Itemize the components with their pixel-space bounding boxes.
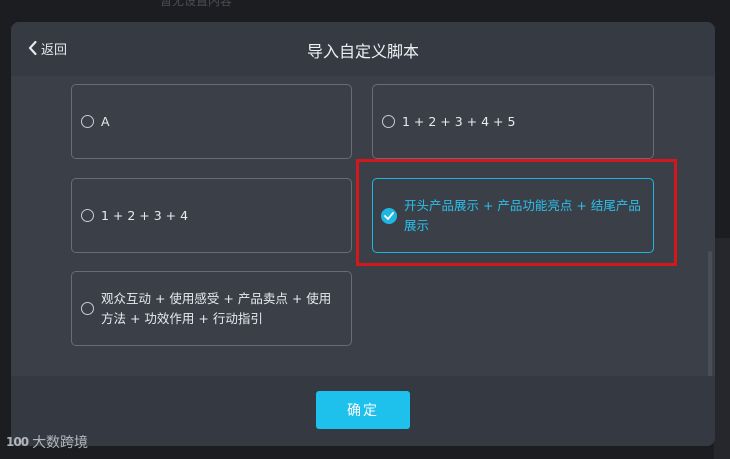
watermark-logo: 100 — [6, 435, 29, 449]
radio-empty-icon — [81, 115, 94, 128]
watermark-text: 大数跨境 — [32, 435, 89, 451]
option-label: A — [101, 113, 110, 129]
script-option-1-5[interactable]: 1 + 2 + 3 + 4 + 5 — [372, 84, 654, 159]
script-option-1-4[interactable]: 1 + 2 + 3 + 4 — [71, 178, 352, 253]
radio-empty-icon — [81, 209, 94, 222]
import-script-dialog: 返回 导入自定义脚本 A 1 + 2 + 3 + 4 + 5 1 + 2 + 3… — [11, 22, 715, 446]
dialog-footer: 确定 — [11, 376, 715, 446]
script-option-product-showcase[interactable]: 开头产品展示 + 产品功能亮点 + 结尾产品展示 — [372, 178, 654, 253]
option-label: 开头产品展示 + 产品功能亮点 + 结尾产品展示 — [404, 197, 641, 233]
check-circle-icon — [381, 207, 397, 224]
backdrop-partial-text: 暂无设置内容 — [160, 0, 233, 8]
radio-empty-icon — [382, 115, 395, 128]
backdrop-side-panel — [714, 238, 730, 459]
dialog-title: 导入自定义脚本 — [306, 42, 419, 61]
script-option-a[interactable]: A — [71, 84, 352, 159]
radio-empty-icon — [81, 302, 94, 315]
confirm-button[interactable]: 确定 — [316, 391, 410, 429]
dialog-body: A 1 + 2 + 3 + 4 + 5 1 + 2 + 3 + 4 开头产品展示… — [11, 76, 715, 426]
option-label: 观众互动 + 使用感受 + 产品卖点 + 使用方法 + 功效作用 + 行动指引 — [101, 290, 332, 326]
option-label: 1 + 2 + 3 + 4 — [101, 207, 189, 223]
dialog-header: 返回 导入自定义脚本 — [11, 22, 715, 76]
script-option-audience-interaction[interactable]: 观众互动 + 使用感受 + 产品卖点 + 使用方法 + 功效作用 + 行动指引 — [71, 271, 352, 346]
option-label: 1 + 2 + 3 + 4 + 5 — [402, 113, 516, 129]
watermark: 100 大数跨境 — [6, 432, 88, 452]
